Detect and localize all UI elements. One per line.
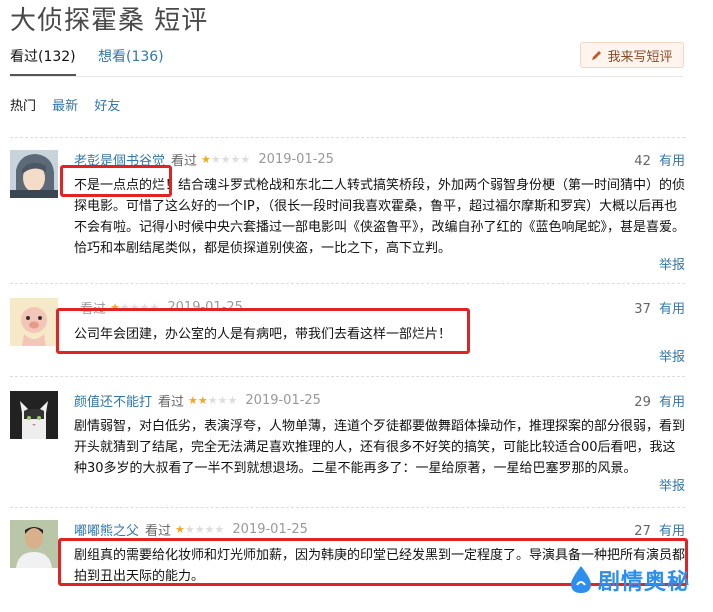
pencil-icon — [592, 51, 602, 60]
star-icon: ★ — [175, 523, 185, 536]
review-meta: 嘟嘟熊之父 看过 ★ ★ ★ ★ ★ 2019-01-25 — [74, 520, 308, 539]
star-icon: ★ — [188, 394, 198, 407]
vote-count: 27 — [634, 524, 651, 539]
star-icon: ★ — [197, 394, 208, 407]
tab-want-to-watch[interactable]: 想看(136) — [98, 46, 164, 66]
useful-button[interactable]: 有用 — [659, 395, 685, 410]
sort-options: 热门 最新 好友 — [10, 95, 132, 114]
avatar[interactable] — [10, 298, 58, 346]
report-button[interactable]: 举报 — [659, 475, 685, 494]
report-button[interactable]: 举报 — [659, 254, 685, 273]
vote-count: 42 — [634, 154, 651, 169]
useful-button[interactable]: 有用 — [659, 524, 685, 539]
sort-newest[interactable]: 最新 — [52, 99, 78, 114]
avatar[interactable] — [10, 391, 58, 439]
review-date: 2019-01-25 — [232, 522, 308, 537]
tab-watched[interactable]: 看过(132) — [10, 46, 76, 77]
review-username[interactable]: 嘟嘟熊之父 — [74, 520, 139, 539]
vote-count: 37 — [634, 302, 651, 317]
review-divider — [10, 137, 685, 138]
star-icon: ★ — [217, 394, 228, 407]
review-status: 看过 — [145, 524, 172, 539]
review-divider — [10, 376, 685, 377]
write-review-label: 我来写短评 — [607, 49, 673, 65]
star-icon: ★ — [227, 394, 238, 407]
highlight-box — [56, 308, 470, 354]
star-icon: ★ — [210, 153, 221, 166]
person-photo-avatar-icon — [10, 520, 58, 568]
avatar[interactable] — [10, 150, 58, 198]
rating-stars: ★ ★ ★ ★ ★ — [201, 154, 250, 165]
review-status: 看过 — [171, 154, 198, 169]
star-icon: ★ — [214, 523, 225, 536]
star-icon: ★ — [230, 153, 241, 166]
watermark-text: 剧情奥秘 — [598, 570, 691, 595]
review-divider — [10, 283, 685, 284]
star-icon: ★ — [220, 153, 231, 166]
review-date: 2019-01-25 — [258, 152, 334, 167]
rating-stars: ★ ★ ★ ★ ★ — [188, 395, 237, 406]
avatar[interactable] — [10, 520, 58, 568]
review-status: 看过 — [158, 395, 185, 410]
review-divider — [10, 507, 685, 508]
highlight-box — [60, 165, 172, 197]
page-title: 大侦探霍桑 短评 — [10, 6, 209, 36]
review-item: 颜值还不能打 看过 ★ ★ ★ ★ ★ 2019-01-25 29 有用 剧情弱智，对白… — [10, 391, 685, 501]
star-icon: ★ — [240, 153, 251, 166]
watermark: 剧情奥秘 — [568, 564, 690, 596]
tabs-divider — [10, 76, 683, 77]
report-button[interactable]: 举报 — [659, 346, 685, 365]
review-date: 2019-01-25 — [245, 393, 321, 408]
drop-logo-icon — [571, 566, 591, 593]
star-icon: ★ — [201, 153, 211, 166]
cartoon-pig-avatar-icon — [10, 298, 58, 346]
review-content: 剧情弱智，对白低劣，表演浮夸，人物单薄，连道个歹徒都要做舞蹈体操动作，推理探案的… — [74, 419, 686, 476]
write-review-button[interactable]: 我来写短评 — [580, 42, 684, 68]
vote-count: 29 — [634, 395, 651, 410]
star-icon: ★ — [194, 523, 205, 536]
sort-friends[interactable]: 好友 — [94, 99, 120, 114]
review-username[interactable]: 颜值还不能打 — [74, 391, 152, 410]
cat-avatar-icon — [10, 391, 58, 439]
sort-hot[interactable]: 热门 — [10, 99, 36, 114]
review-votes: 27 有用 — [634, 520, 685, 539]
useful-button[interactable]: 有用 — [659, 154, 685, 169]
review-votes: 37 有用 — [634, 298, 685, 317]
star-icon: ★ — [204, 523, 215, 536]
review-votes: 29 有用 — [634, 391, 685, 410]
star-icon: ★ — [207, 394, 218, 407]
star-icon: ★ — [184, 523, 195, 536]
anime-avatar-icon — [10, 150, 58, 198]
review-votes: 42 有用 — [634, 150, 685, 169]
rating-stars: ★ ★ ★ ★ ★ — [175, 524, 224, 535]
useful-button[interactable]: 有用 — [659, 302, 685, 317]
review-meta: 颜值还不能打 看过 ★ ★ ★ ★ ★ 2019-01-25 — [74, 391, 321, 410]
